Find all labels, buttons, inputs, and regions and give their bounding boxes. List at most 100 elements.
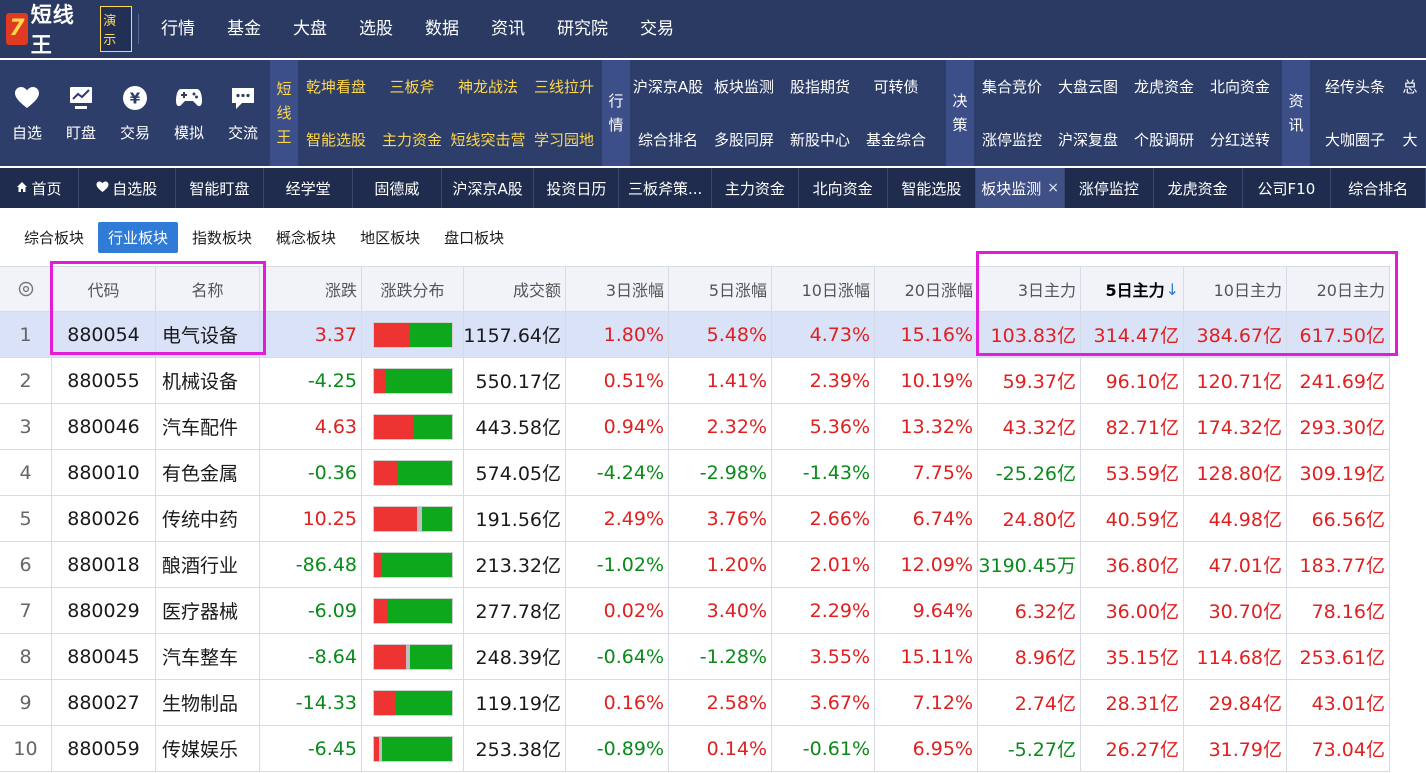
table-row[interactable]: 1 880054 电气设备 3.37 1157.64亿 1.80% 5.48% 4.73% 15… (0, 312, 1390, 358)
duanxianwang-item-0[interactable]: 乾坤看盘 (298, 60, 374, 113)
subtab-2[interactable]: 指数板块 (182, 222, 262, 253)
duanxianwang-item-2[interactable]: 神龙战法 (450, 60, 526, 113)
quick-button-4[interactable]: 交流 (216, 60, 270, 166)
tab-15[interactable]: 综合排名 (1331, 168, 1426, 208)
duanxianwang-item-1[interactable]: 三板斧 (374, 60, 450, 113)
subtab-3[interactable]: 概念板块 (266, 222, 346, 253)
column-header-chg[interactable]: 涨跌 (260, 267, 362, 311)
menu-item-5[interactable]: 资讯 (475, 0, 541, 58)
subtab-0[interactable]: 综合板块 (14, 222, 94, 253)
column-header-code[interactable]: 代码 (52, 267, 156, 311)
hangqing-item-2[interactable]: 股指期货 (782, 60, 858, 113)
gear-icon[interactable] (18, 281, 34, 297)
cell-value: 8 (19, 645, 32, 668)
duanxianwang-item-3[interactable]: 三线拉升 (526, 60, 602, 113)
column-header-m10[interactable]: 10日主力 (1184, 267, 1287, 311)
quick-button-1[interactable]: 盯盘 (54, 60, 108, 166)
column-header-r20[interactable]: 20日涨幅 (875, 267, 978, 311)
menu-item-7[interactable]: 交易 (624, 0, 690, 58)
column-header-m3[interactable]: 3日主力 (978, 267, 1081, 311)
tab-14[interactable]: 公司F10 (1243, 168, 1332, 208)
table-row[interactable]: 8 880045 汽车整车 -8.64 248.39亿 -0.64% -1.28% 3.55%… (0, 634, 1390, 680)
cell-value: 传媒娱乐 (162, 739, 239, 761)
table-row[interactable]: 4 880010 有色金属 -0.36 574.05亿 -4.24% -2.98% -1.43… (0, 450, 1390, 496)
column-header-m20[interactable]: 20日主力 (1287, 267, 1390, 311)
quick-button-3[interactable]: 模拟 (162, 60, 216, 166)
hangqing-item-6[interactable]: 新股中心 (782, 113, 858, 166)
hangqing-item-5[interactable]: 多股同屏 (706, 113, 782, 166)
settings-column-header[interactable] (0, 267, 52, 311)
column-header-m5[interactable]: 5日主力 ↓ (1081, 267, 1184, 311)
close-icon[interactable]: × (1047, 180, 1059, 196)
cell-r20: 6.95% (875, 726, 978, 771)
juece-item-7[interactable]: 分红送转 (1202, 113, 1278, 166)
table-row[interactable]: 3 880046 汽车配件 4.63 443.58亿 0.94% 2.32% 5.36% 13.… (0, 404, 1390, 450)
subtab-1[interactable]: 行业板块 (98, 221, 179, 253)
juece-item-0[interactable]: 集合竞价 (974, 60, 1050, 113)
tab-2[interactable]: 智能盯盘 (176, 168, 265, 208)
subtab-4[interactable]: 地区板块 (350, 222, 430, 253)
tab-11[interactable]: 板块监测 × (976, 168, 1066, 208)
tab-1[interactable]: 自选股 (79, 168, 176, 208)
tab-6[interactable]: 投资日历 (534, 168, 620, 208)
zixun-item-1[interactable]: 总 (1400, 60, 1420, 113)
hangqing-item-0[interactable]: 沪深京A股 (630, 60, 706, 113)
zixun-item-0[interactable]: 经传头条 (1310, 60, 1400, 113)
zixun-item-2[interactable]: 大咖圈子 (1310, 113, 1400, 166)
menu-item-3[interactable]: 选股 (343, 0, 409, 58)
hangqing-item-7[interactable]: 基金综合 (858, 113, 934, 166)
tab-9[interactable]: 北向资金 (799, 168, 888, 208)
column-header-r5[interactable]: 5日涨幅 (669, 267, 772, 311)
table-row[interactable]: 5 880026 传统中药 10.25 191.56亿 2.49% 3.76% 2.66% 6.… (0, 496, 1390, 542)
juece-item-1[interactable]: 大盘云图 (1050, 60, 1126, 113)
cell-r20: 12.09% (875, 542, 978, 587)
table-row[interactable]: 10 880059 传媒娱乐 -6.45 253.38亿 -0.89% 0.14% -0.61… (0, 726, 1390, 772)
table-row[interactable]: 2 880055 机械设备 -4.25 550.17亿 0.51% 1.41% 2.39% 10… (0, 358, 1390, 404)
tab-7[interactable]: 三板斧策... (619, 168, 712, 208)
tab-8[interactable]: 主力资金 (712, 168, 799, 208)
menu-item-4[interactable]: 数据 (409, 0, 475, 58)
cell-value: -25.26亿 (995, 463, 1076, 485)
table-row[interactable]: 7 880029 医疗器械 -6.09 277.78亿 0.02% 3.40% 2.29% 9.… (0, 588, 1390, 634)
cell-name: 生物制品 (156, 680, 260, 725)
tab-12[interactable]: 涨停监控 (1065, 168, 1154, 208)
duanxianwang-item-6[interactable]: 短线突击营 (450, 113, 526, 166)
menu-item-2[interactable]: 大盘 (277, 0, 343, 58)
hangqing-item-4[interactable]: 综合排名 (630, 113, 706, 166)
column-header-r3[interactable]: 3日涨幅 (566, 267, 669, 311)
hangqing-item-1[interactable]: 板块监测 (706, 60, 782, 113)
cell-value: 880059 (67, 737, 140, 760)
column-header-amount[interactable]: 成交额 (464, 267, 566, 311)
cell-r20: 9.64% (875, 588, 978, 633)
tab-0[interactable]: 首页 (0, 168, 79, 208)
table-row[interactable]: 6 880018 酿酒行业 -86.48 213.32亿 -1.02% 1.20% 2.01%… (0, 542, 1390, 588)
juece-item-5[interactable]: 沪深复盘 (1050, 113, 1126, 166)
subtab-5[interactable]: 盘口板块 (434, 222, 514, 253)
hangqing-item-3[interactable]: 可转债 (858, 60, 934, 113)
menu-item-6[interactable]: 研究院 (541, 0, 624, 58)
cell-r3: 0.51% (566, 358, 669, 403)
column-header-r10[interactable]: 10日涨幅 (772, 267, 875, 311)
duanxianwang-item-5[interactable]: 主力资金 (374, 113, 450, 166)
juece-item-6[interactable]: 个股调研 (1126, 113, 1202, 166)
tab-4[interactable]: 固德威 (353, 168, 442, 208)
juece-item-2[interactable]: 龙虎资金 (1126, 60, 1202, 113)
juece-item-4[interactable]: 涨停监控 (974, 113, 1050, 166)
tab-10[interactable]: 智能选股 (888, 168, 977, 208)
tab-5[interactable]: 沪深京A股 (442, 168, 535, 208)
table-row[interactable]: 9 880027 生物制品 -14.33 119.19亿 0.16% 2.58% 3.67% 7… (0, 680, 1390, 726)
menu-item-0[interactable]: 行情 (145, 0, 211, 58)
column-header-name[interactable]: 名称 (156, 267, 260, 311)
tab-3[interactable]: 经学堂 (264, 168, 354, 208)
column-header-dist[interactable]: 涨跌分布 (362, 267, 464, 311)
fall-portion (408, 322, 452, 347)
duanxianwang-item-7[interactable]: 学习园地 (526, 113, 602, 166)
duanxianwang-item-4[interactable]: 智能选股 (298, 113, 374, 166)
juece-item-3[interactable]: 北向资金 (1202, 60, 1278, 113)
menu-item-1[interactable]: 基金 (211, 0, 277, 58)
tab-13[interactable]: 龙虎资金 (1154, 168, 1243, 208)
quick-button-2[interactable]: ¥ 交易 (108, 60, 162, 166)
cell-r5: 3.40% (669, 588, 772, 633)
quick-button-0[interactable]: 自选 (0, 60, 54, 166)
zixun-item-3[interactable]: 大 (1400, 113, 1420, 166)
